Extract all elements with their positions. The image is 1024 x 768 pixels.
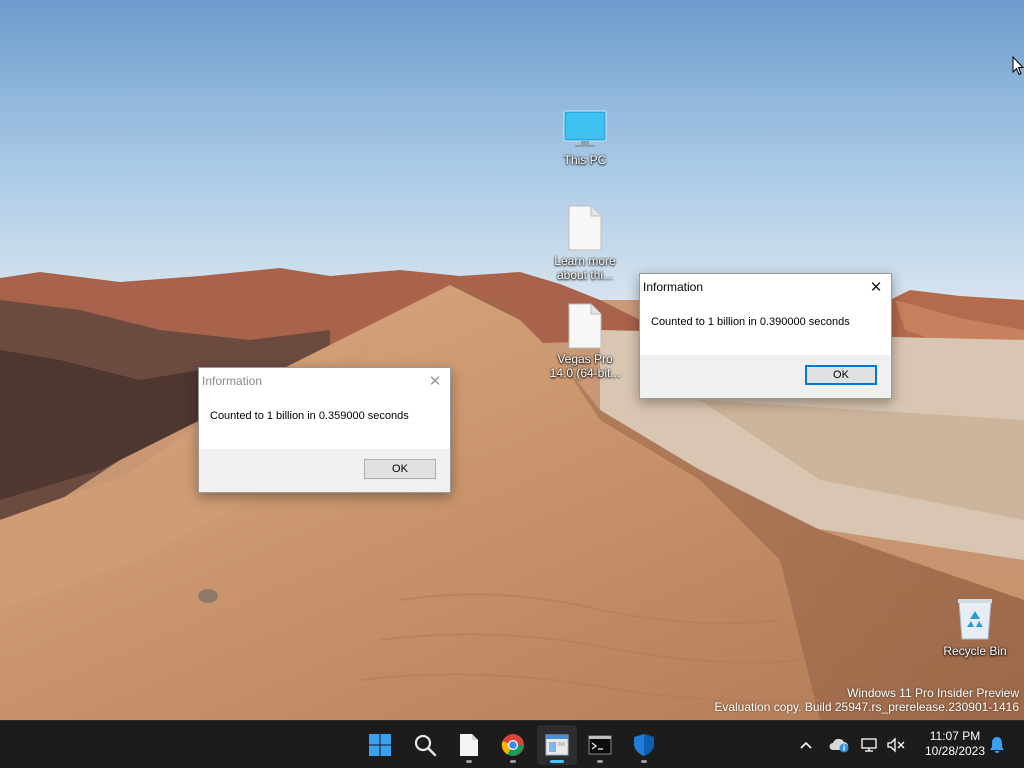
dialog-title: Information: [643, 279, 704, 294]
start-button[interactable]: [360, 725, 400, 765]
network-icon: [861, 738, 877, 752]
dialog-titlebar[interactable]: Information ✕: [640, 274, 891, 299]
monitor-icon: [563, 110, 607, 147]
speaker-muted-icon: [887, 737, 905, 753]
clock-date: 10/28/2023: [924, 744, 986, 758]
information-dialog-1: Information ✕ Counted to 1 billion in 0.…: [198, 367, 451, 493]
information-dialog-2: Information ✕ Counted to 1 billion in 0.…: [639, 273, 892, 399]
taskbar-terminal-app[interactable]: [580, 725, 620, 765]
watermark-line2: Evaluation copy. Build 25947.rs_prerelea…: [714, 700, 1019, 714]
shield-icon: [634, 734, 654, 756]
taskbar-explorer-app[interactable]: [537, 725, 577, 765]
chevron-up-icon: [800, 741, 812, 749]
dialog-footer: OK: [640, 355, 891, 398]
desktop-icon-label: Recycle Bin: [943, 644, 1007, 658]
desktop-icon-learn-more[interactable]: Learn more about thi...: [545, 205, 625, 282]
ok-button[interactable]: OK: [805, 365, 877, 385]
dialog-body: Counted to 1 billion in 0.359000 seconds: [199, 393, 450, 449]
document-icon: [460, 734, 478, 756]
taskbar-chrome-app[interactable]: [493, 725, 533, 765]
desktop-icon-recycle-bin[interactable]: Recycle Bin: [935, 597, 1015, 658]
desktop-icon-vegas-pro[interactable]: Vegas Pro 14.0 (64-bit...: [545, 303, 625, 380]
close-icon[interactable]: ✕: [420, 369, 450, 393]
taskbar: 11:07 PM 10/28/2023: [0, 720, 1024, 768]
running-indicator: [550, 760, 564, 763]
watermark-line1: Windows 11 Pro Insider Preview: [847, 686, 1019, 700]
cloud-info-icon: [829, 738, 849, 753]
desktop-icon-label-line2: 14.0 (64-bit...: [549, 366, 621, 380]
desktop-icon-this-pc[interactable]: This PC: [545, 110, 625, 167]
dialog-titlebar[interactable]: Information ✕: [199, 368, 450, 393]
running-indicator: [597, 760, 603, 763]
document-icon: [568, 205, 602, 251]
clock-time: 11:07 PM: [929, 729, 981, 743]
desktop: This PC Learn more about thi... Vegas Pr…: [0, 0, 1024, 720]
taskbar-clock[interactable]: 11:07 PM 10/28/2023: [914, 729, 996, 759]
windows-logo-icon: [369, 734, 391, 756]
desktop-icon-label: This PC: [563, 153, 607, 167]
onedrive-tray-button[interactable]: [826, 729, 852, 761]
running-indicator: [641, 760, 647, 763]
recycle-bin-icon: [958, 599, 992, 640]
search-icon: [414, 734, 437, 757]
window-app-icon: [545, 734, 569, 756]
chrome-icon: [501, 734, 524, 756]
desktop-icon-label-line1: Vegas Pro: [557, 352, 613, 366]
desktop-icon-label-line1: Learn more: [554, 254, 616, 268]
notifications-button[interactable]: [986, 729, 1008, 761]
network-tray-button[interactable]: [858, 729, 882, 761]
dialog-footer: OK: [199, 449, 450, 492]
dialog-title: Information: [202, 373, 263, 388]
taskbar-notepad-app[interactable]: [449, 725, 489, 765]
dialog-message: Counted to 1 billion in 0.359000 seconds: [210, 410, 409, 422]
running-indicator: [510, 760, 516, 763]
document-icon: [568, 303, 602, 349]
volume-tray-button[interactable]: [884, 729, 908, 761]
show-hidden-icons-button[interactable]: [796, 729, 816, 761]
bell-icon: [990, 737, 1004, 753]
ok-button[interactable]: OK: [364, 459, 436, 479]
close-icon[interactable]: ✕: [861, 275, 891, 299]
terminal-icon: [588, 735, 612, 755]
running-indicator: [466, 760, 472, 763]
taskbar-defender-app[interactable]: [624, 725, 664, 765]
search-button[interactable]: [405, 725, 445, 765]
dialog-body: Counted to 1 billion in 0.390000 seconds: [640, 299, 891, 355]
windows-watermark: Windows 11 Pro Insider Preview Evaluatio…: [714, 686, 1019, 714]
mouse-cursor-icon: [1012, 56, 1024, 76]
desktop-icon-label-line2: about thi...: [556, 268, 614, 282]
dialog-message: Counted to 1 billion in 0.390000 seconds: [651, 316, 850, 328]
